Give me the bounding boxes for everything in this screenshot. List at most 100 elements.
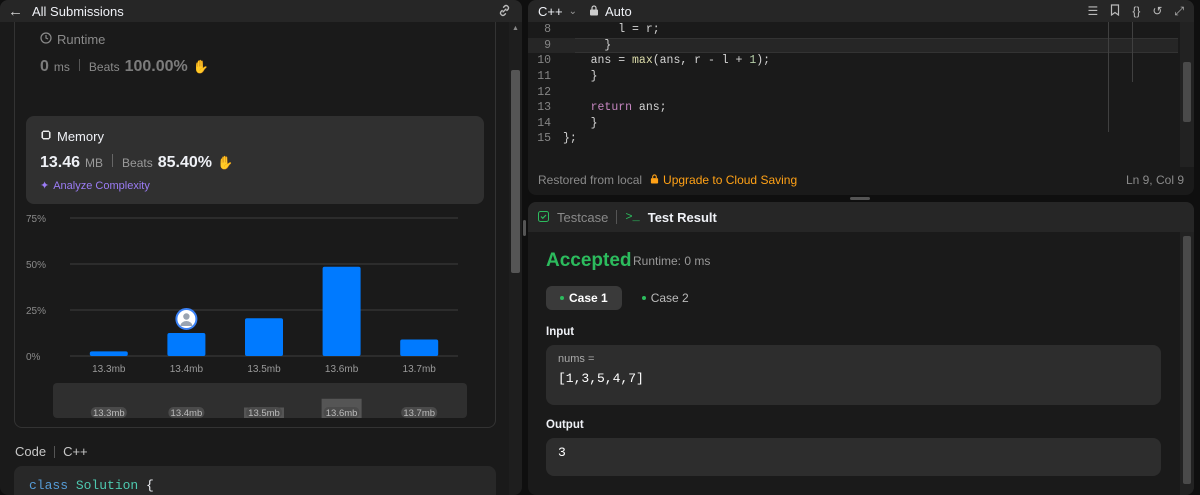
code-line[interactable]: 9 } — [528, 37, 1178, 54]
y-tick-label: 25% — [26, 306, 46, 317]
editor-scrollbar[interactable] — [1180, 22, 1194, 167]
y-tick-label: 0% — [26, 352, 41, 363]
result-scrollbar[interactable] — [1180, 232, 1194, 495]
code-text: } — [563, 38, 612, 52]
lock-icon — [589, 4, 599, 19]
lock-icon — [650, 173, 659, 187]
language-select[interactable]: C++ — [538, 4, 563, 19]
line-number: 8 — [544, 23, 551, 37]
clock-icon — [40, 32, 52, 47]
bookmark-icon[interactable] — [1110, 4, 1120, 19]
runtime-label: Runtime — [40, 32, 105, 47]
line-number: 10 — [537, 54, 551, 68]
tab-testcase[interactable]: Testcase — [557, 210, 608, 225]
format-icon[interactable]: ☰ — [1088, 4, 1099, 19]
runtime-value[interactable]: 0 ms Beats 100.00% ✋ — [40, 58, 209, 76]
analyze-complexity-link[interactable]: ✦ Analyze Complexity — [40, 179, 150, 193]
memory-label: Memory — [40, 129, 104, 144]
code-area[interactable]: 8 l = r; 9 } 10 ans = max(ans, r - l + 1);… — [528, 22, 1178, 147]
input-label: Input — [546, 326, 575, 338]
code-text: ans = max(ans, r - l + 1); — [563, 54, 771, 68]
navigator-label: 13.3mb — [93, 408, 125, 419]
restore-status: Restored from local — [538, 173, 643, 187]
line-number: 14 — [537, 116, 551, 130]
chart-bar — [167, 333, 206, 356]
chart-bar — [322, 266, 361, 356]
input-value: [1,3,5,4,7] — [558, 371, 644, 386]
memory-value: 13.46 MB Beats 85.40% ✋ — [40, 154, 234, 171]
line-number: 13 — [537, 101, 551, 115]
test-result-panel: Testcase >_ Test Result Accepted Runtime… — [528, 202, 1194, 495]
code-text: } — [563, 70, 598, 84]
memory-distribution-chart: 75% 50% 25% 0% 13.3mb 13.4mb 13.5mb 13.6mb 13.7m… — [26, 214, 467, 419]
x-tick-label: 13.3mb — [92, 364, 126, 375]
x-tick-label: 13.5mb — [247, 364, 281, 375]
code-line[interactable]: 14 } — [528, 116, 1178, 132]
case-tabs: Case 1 Case 2 — [546, 286, 703, 310]
memory-card[interactable]: Memory 13.46 MB Beats 85.40% ✋ ✦ Analyze… — [26, 116, 484, 204]
output-value: 3 — [558, 445, 566, 460]
left-scrollbar[interactable]: ▲ — [509, 22, 522, 495]
result-tabs: Testcase >_ Test Result — [528, 202, 1194, 232]
vertical-resize-handle[interactable] — [523, 220, 526, 236]
status-accepted: Accepted — [546, 250, 632, 271]
navigator-label: 13.5mb — [248, 408, 280, 419]
code-editor-panel: C++ ⌄ Auto ☰ {} ↺ ⤢ 8 l = r; 9 } 10 ans = … — [528, 0, 1194, 195]
code-text: return ans; — [590, 101, 667, 115]
left-scrollbar-thumb[interactable] — [511, 70, 520, 273]
code-line[interactable]: 10 ans = max(ans, r - l + 1); — [528, 53, 1178, 69]
submissions-header: ← All Submissions — [0, 0, 522, 22]
code-text: } — [563, 116, 598, 130]
input-box: nums = [1,3,5,4,7] — [546, 345, 1161, 405]
editor-footer: Restored from local Upgrade to Cloud Sav… — [528, 165, 1194, 195]
x-tick-label: 13.6mb — [325, 364, 359, 375]
code-language-row: Code C++ — [15, 444, 88, 459]
terminal-icon: >_ — [625, 210, 640, 224]
expand-icon[interactable]: ⤢ — [1174, 4, 1184, 19]
clap-icon: ✋ — [192, 59, 209, 74]
x-tick-label: 13.7mb — [403, 364, 437, 375]
code-line[interactable]: 11 } — [528, 69, 1178, 85]
all-submissions-link[interactable]: All Submissions — [32, 4, 124, 19]
tab-test-result[interactable]: Test Result — [648, 210, 717, 225]
line-number: 12 — [537, 85, 551, 99]
input-var-name: nums = — [558, 353, 595, 365]
code-line[interactable]: 15}; — [528, 131, 1178, 147]
y-tick-label: 50% — [26, 260, 46, 271]
code-line[interactable]: 13 return ans; — [528, 100, 1178, 116]
tab-case-1[interactable]: Case 1 — [546, 286, 622, 310]
checkbox-icon — [538, 210, 549, 225]
line-number: 11 — [537, 70, 551, 84]
avatar-head — [183, 313, 190, 320]
editor-toolbar: C++ ⌄ Auto ☰ {} ↺ ⤢ — [528, 0, 1194, 22]
chevron-down-icon[interactable]: ⌄ — [569, 6, 577, 17]
output-label: Output — [546, 419, 584, 431]
sparkle-icon: ✦ — [40, 180, 50, 192]
braces-icon[interactable]: {} — [1132, 4, 1140, 19]
horizontal-resize-handle[interactable] — [850, 197, 870, 200]
back-arrow-icon[interactable]: ← — [8, 3, 23, 20]
chart-bar — [400, 339, 439, 356]
line-number: 9 — [544, 38, 551, 52]
navigator-label: 13.7mb — [403, 408, 435, 419]
code-text: l = r; — [563, 23, 660, 37]
result-runtime: Runtime: 0 ms — [633, 254, 711, 268]
tab-case-2[interactable]: Case 2 — [628, 286, 703, 310]
chip-icon — [40, 129, 52, 144]
upgrade-cloud-link[interactable]: Upgrade to Cloud Saving — [650, 173, 797, 187]
link-icon[interactable] — [497, 3, 512, 21]
code-text: }; — [563, 132, 577, 146]
mode-label[interactable]: Auto — [605, 4, 632, 19]
reset-icon[interactable]: ↺ — [1152, 4, 1162, 19]
code-preview: class Solution { — [14, 466, 496, 495]
chart-bar — [89, 351, 128, 356]
cursor-position: Ln 9, Col 9 — [1125, 173, 1184, 187]
y-tick-label: 75% — [26, 214, 46, 225]
code-line[interactable]: 8 l = r; — [528, 22, 1178, 38]
clap-icon: ✋ — [217, 155, 234, 170]
submission-panel: ← All Submissions Runtime 0 ms Beats 100… — [0, 0, 522, 495]
line-number: 15 — [537, 132, 551, 146]
navigator-label: 13.4mb — [171, 408, 203, 419]
code-line[interactable]: 12 — [528, 84, 1178, 100]
x-tick-label: 13.4mb — [170, 364, 204, 375]
